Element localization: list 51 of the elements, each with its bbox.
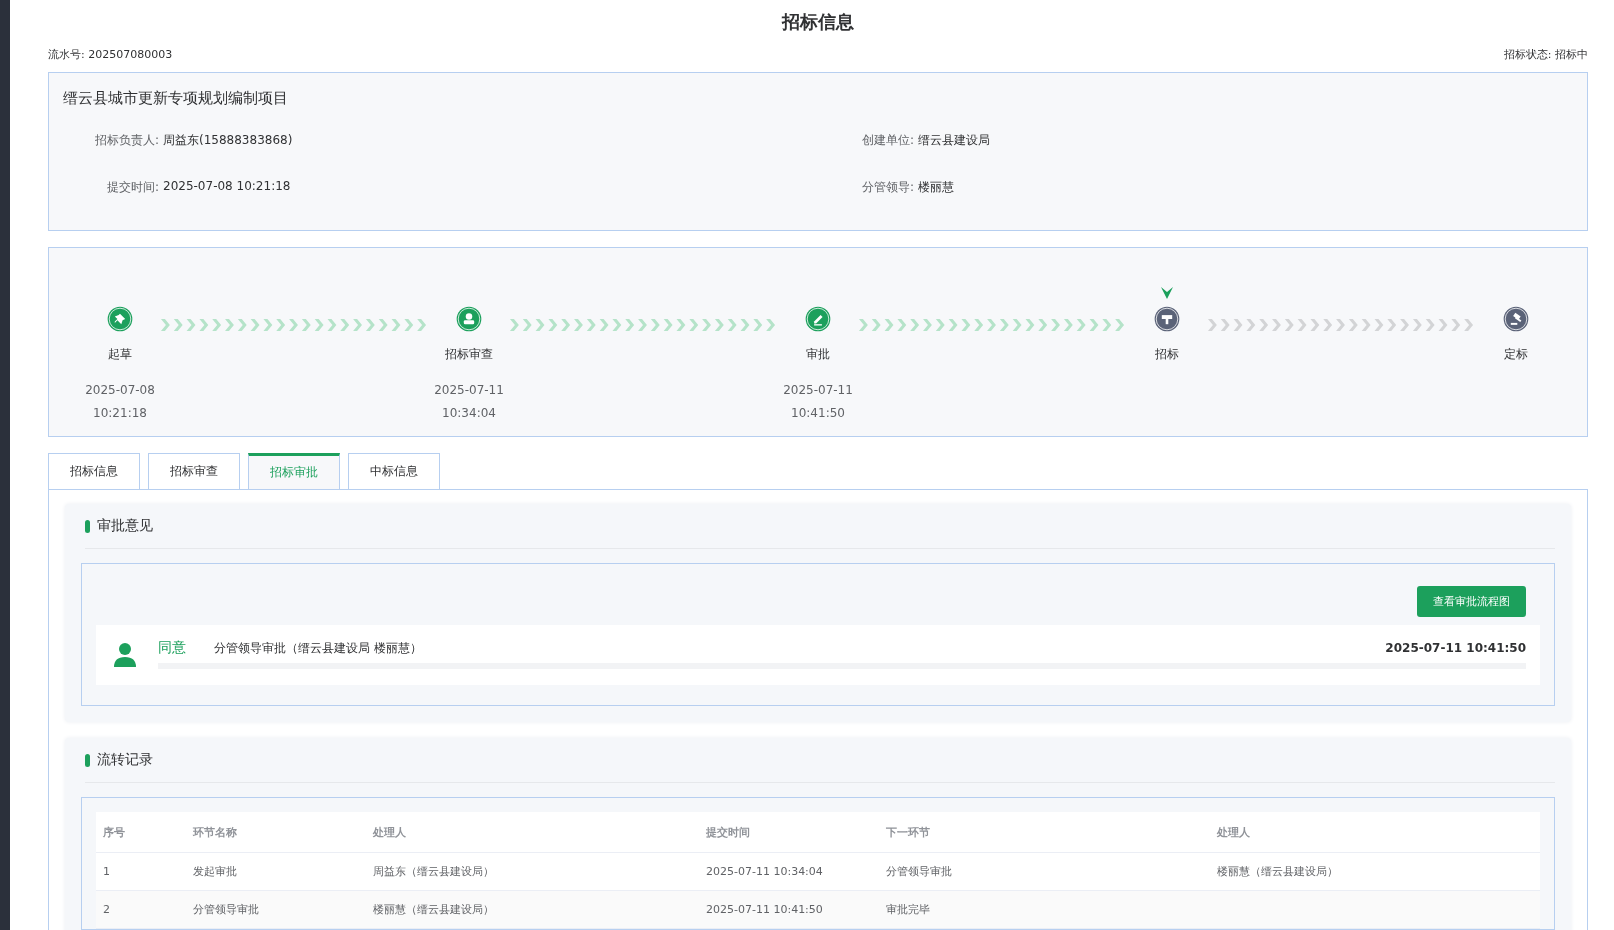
serial-number: 流水号: 202507080003: [48, 46, 173, 62]
section-marker: [85, 753, 90, 767]
section-marker: [85, 519, 90, 533]
table-cell-text: 1: [102, 865, 111, 878]
field-label: 提交时间:: [105, 179, 160, 196]
field-value: 楼丽慧: [918, 179, 954, 196]
tab[interactable]: 招标审查: [148, 453, 240, 489]
column-header: 序号: [102, 824, 126, 840]
approval-result: 同意: [158, 639, 186, 657]
table-cell-text: 2: [102, 903, 111, 916]
approval-time: 2025-07-11 10:41:50: [1385, 641, 1526, 655]
column-header: 环节名称: [192, 824, 238, 840]
step-date: 2025-07-11: [434, 382, 504, 399]
tab[interactable]: 中标信息: [348, 453, 440, 489]
table-cell-text: 周益东（缙云县建设局）: [372, 864, 495, 879]
field-value: 2025-07-08 10:21:18: [163, 179, 291, 195]
step-time: 10:34:04: [441, 405, 497, 422]
step-name: 定标: [1504, 346, 1528, 363]
column-header: 下一环节: [885, 824, 931, 840]
tender-status: 招标状态: 招标中: [1503, 46, 1588, 62]
tab[interactable]: 招标信息: [48, 453, 140, 489]
field-value: 缙云县建设局: [918, 132, 990, 149]
field-label: 分管领导:: [860, 179, 915, 196]
step-name: 招标: [1155, 346, 1179, 363]
step-date: 2025-07-11: [783, 382, 853, 399]
section-title: 审批意见: [97, 517, 153, 535]
project-name: 缙云县城市更新专项规划编制项目: [63, 89, 289, 108]
table-cell-text: 审批完毕: [885, 902, 931, 917]
field-value: 周益东(15888383868): [163, 132, 293, 149]
field-label: 招标负责人:: [93, 132, 160, 149]
table-cell-text: 楼丽慧（缙云县建设局）: [1216, 864, 1339, 879]
table-cell-text: 2025-07-11 10:34:04: [705, 865, 824, 878]
section-title: 流转记录: [97, 751, 153, 769]
table-cell-text: 楼丽慧（缙云县建设局）: [372, 902, 495, 917]
user-icon: [112, 641, 138, 667]
table-cell-text: 分管领导审批: [885, 864, 953, 879]
step-time: 10:41:50: [790, 405, 846, 422]
approval-description: 分管领导审批（缙云县建设局 楼丽慧）: [214, 639, 423, 657]
step-time: 10:21:18: [92, 405, 148, 422]
field-label: 创建单位:: [860, 132, 915, 149]
step-name: 审批: [806, 346, 830, 363]
table-cell-text: 分管领导审批: [192, 902, 260, 917]
step-name: 起草: [108, 346, 132, 363]
step-name: 招标审查: [445, 346, 493, 363]
table-cell-text: 发起审批: [192, 864, 238, 879]
column-header: 提交时间: [705, 824, 751, 840]
column-header: 处理人: [1216, 824, 1251, 840]
table-cell-text: 2025-07-11 10:41:50: [705, 903, 824, 916]
step-date: 2025-07-08: [85, 382, 155, 399]
column-header: 处理人: [372, 824, 407, 840]
page-title: 招标信息: [780, 10, 855, 34]
